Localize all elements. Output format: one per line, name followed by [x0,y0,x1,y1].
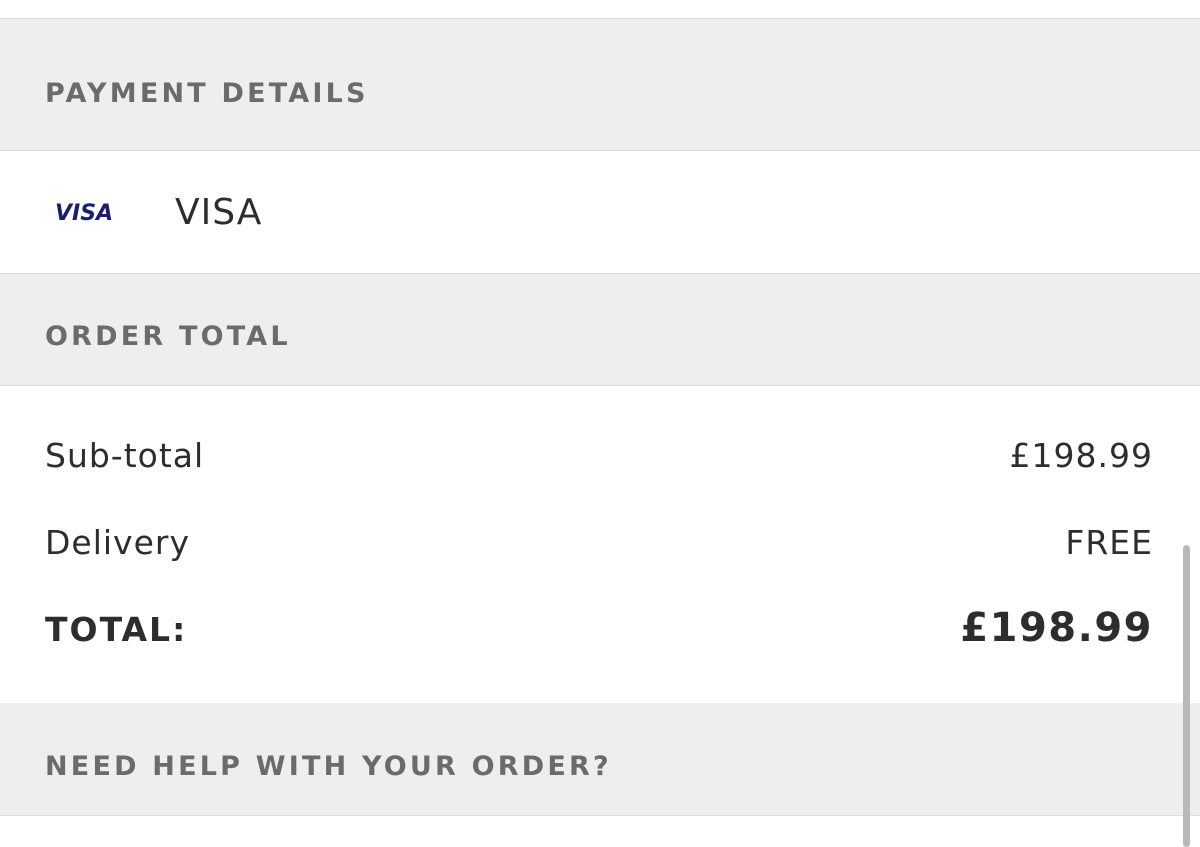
payment-details-header: PAYMENT DETAILS [0,19,1200,151]
payment-details-title: PAYMENT DETAILS [45,78,369,109]
order-summary-page: PAYMENT DETAILS VISA VISA ORDER TOTAL Su… [0,0,1200,847]
delivery-label: Delivery [45,523,190,562]
top-content-edge [0,0,1200,19]
order-total-header: ORDER TOTAL [0,274,1200,386]
order-total-title: ORDER TOTAL [45,321,291,352]
subtotal-row: Sub-total £198.99 [45,436,1153,486]
need-help-title: NEED HELP WITH YOUR ORDER? [45,751,612,782]
total-label: TOTAL: [45,610,188,649]
delivery-row: Delivery FREE [45,523,1153,573]
need-help-header[interactable]: NEED HELP WITH YOUR ORDER? [0,703,1200,816]
visa-logo-text: VISA [55,201,113,226]
order-totals-panel: Sub-total £198.99 Delivery FREE TOTAL: £… [0,386,1200,703]
payment-method-label: VISA [175,192,263,233]
subtotal-value: £198.99 [1009,436,1153,475]
vertical-scrollbar[interactable] [1183,545,1190,847]
delivery-value: FREE [1065,523,1153,562]
subtotal-label: Sub-total [45,436,205,475]
visa-card-icon: VISA [55,201,113,226]
total-row: TOTAL: £198.99 [45,605,1153,660]
total-value: £198.99 [960,605,1153,651]
bottom-content-edge [0,816,1200,847]
